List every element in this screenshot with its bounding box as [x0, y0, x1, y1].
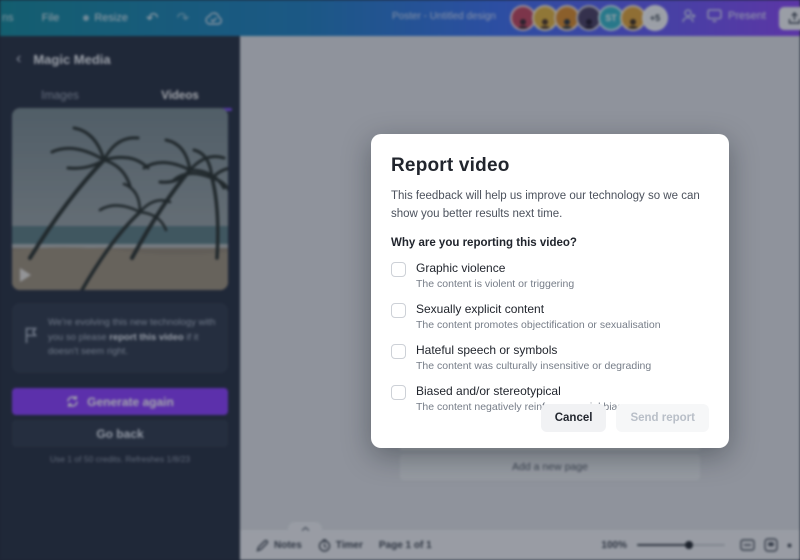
option-label: Sexually explicit content: [416, 301, 545, 316]
option-label: Hateful speech or symbols: [416, 342, 558, 357]
checkbox-hateful-speech[interactable]: [391, 343, 406, 359]
send-report-button[interactable]: Send report: [616, 404, 709, 432]
option-description: The content is violent or triggering: [416, 277, 575, 290]
report-option[interactable]: Sexually explicit content The content pr…: [391, 302, 709, 331]
option-description: The content promotes objectification or …: [416, 318, 661, 331]
checkbox-biased-stereotypical[interactable]: [391, 384, 406, 400]
canva-editor-screen: ns File Resize ↶ ↷ Poster - Untitled des…: [0, 0, 800, 560]
option-label: Graphic violence: [416, 260, 506, 275]
checkbox-graphic-violence[interactable]: [391, 261, 406, 277]
dialog-actions: Cancel Send report: [540, 404, 709, 432]
option-label: Biased and/or stereotypical: [416, 383, 561, 398]
report-option[interactable]: Hateful speech or symbols The content wa…: [391, 343, 709, 372]
report-video-dialog: Report video This feedback will help us …: [371, 134, 729, 448]
dialog-title: Report video: [391, 155, 510, 176]
checkbox-sexually-explicit[interactable]: [391, 302, 406, 318]
cancel-button[interactable]: Cancel: [540, 404, 607, 432]
option-description: The content was culturally insensitive o…: [416, 359, 652, 372]
report-option[interactable]: Graphic violence The content is violent …: [391, 261, 709, 290]
dialog-question: Why are you reporting this video?: [391, 236, 577, 249]
dialog-description: This feedback will help us improve our t…: [391, 190, 700, 220]
